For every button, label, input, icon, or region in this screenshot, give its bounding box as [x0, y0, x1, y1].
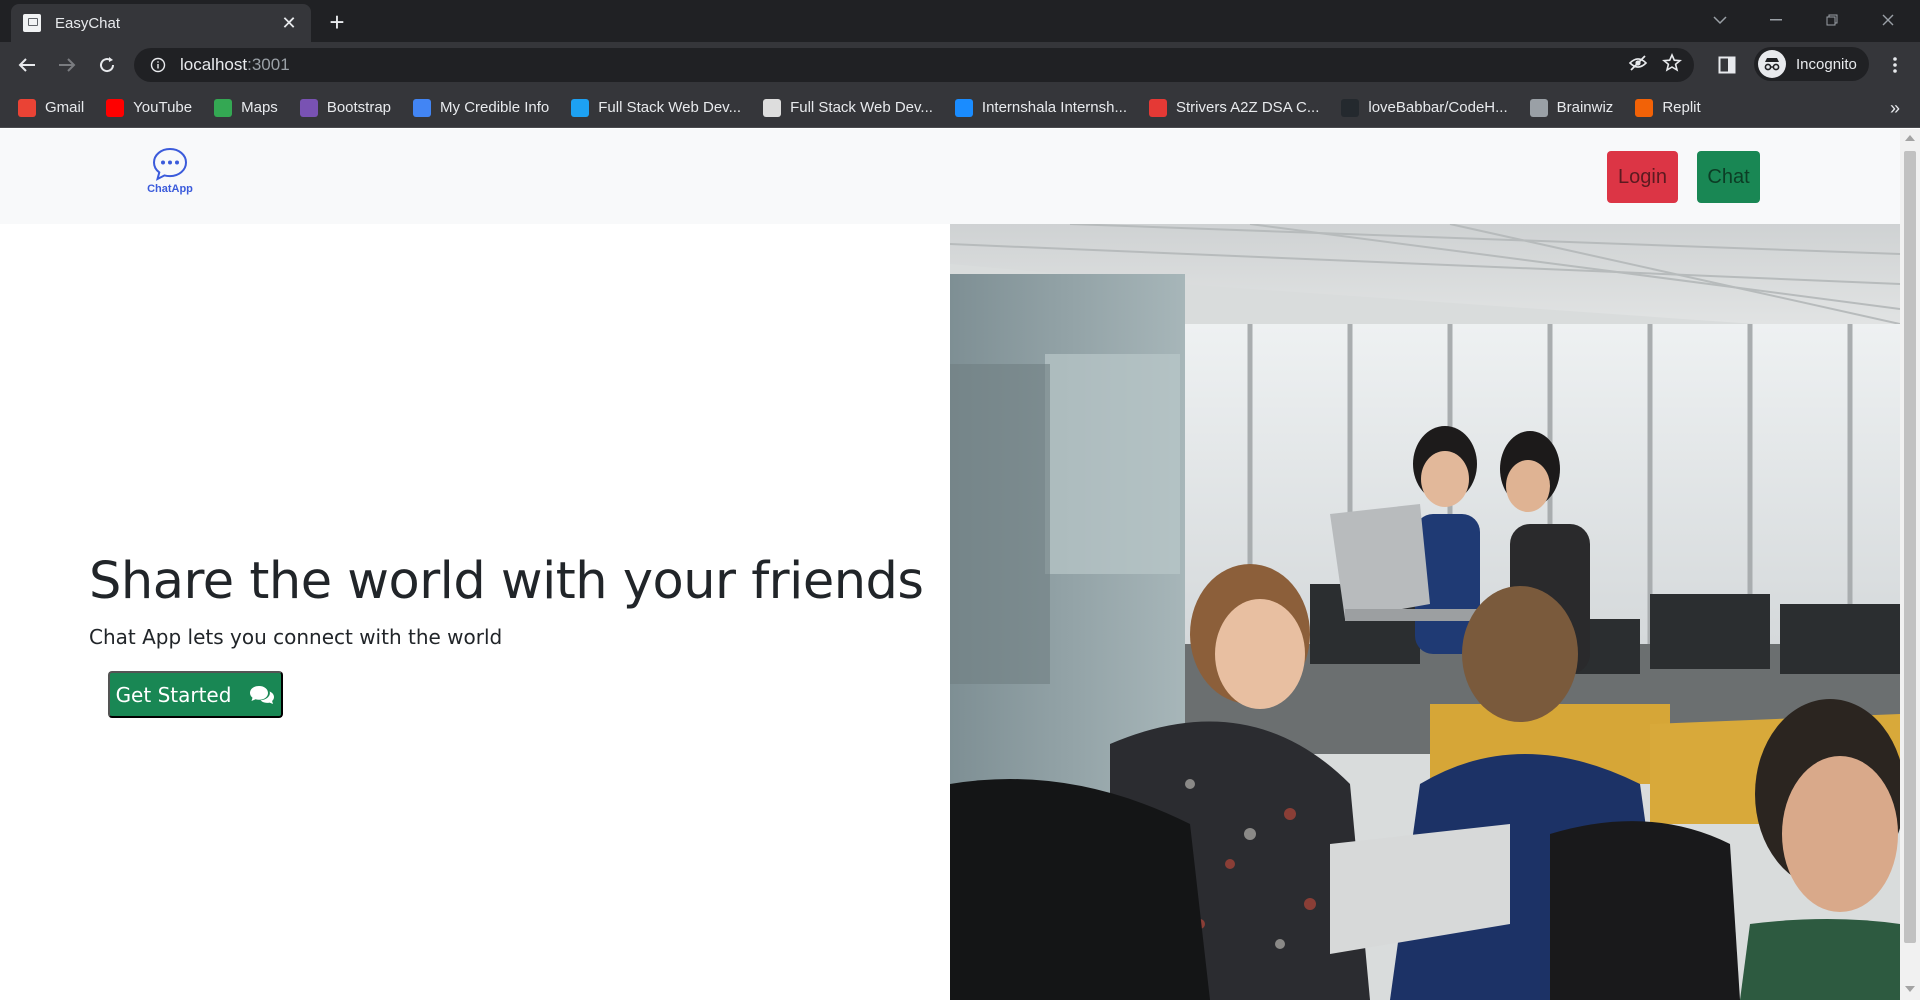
close-window-button[interactable] — [1860, 0, 1916, 40]
url-text[interactable]: localhost:3001 — [180, 55, 290, 75]
profile-label: Incognito — [1796, 55, 1857, 73]
eye-off-icon[interactable] — [1628, 54, 1648, 72]
bookmark-item[interactable]: YouTube — [106, 98, 193, 117]
tab-close-icon[interactable]: ✕ — [279, 13, 299, 34]
login-button[interactable]: Login — [1607, 151, 1678, 203]
bookmark-item[interactable]: Strivers A2Z DSA C... — [1149, 98, 1320, 117]
bookmark-label: Internshala Internsh... — [981, 99, 1127, 116]
hero-title: Share the world with your friends — [89, 552, 924, 611]
incognito-profile-button[interactable]: Incognito — [1754, 47, 1869, 81]
forward-button[interactable] — [52, 50, 82, 80]
side-panel-button[interactable] — [1712, 50, 1742, 80]
bookmark-label: Replit — [1662, 99, 1701, 116]
bookmark-label: YouTube — [133, 99, 193, 116]
github-icon — [1341, 98, 1360, 117]
replit-icon — [1635, 98, 1654, 117]
tab-search-icon[interactable] — [1692, 0, 1748, 40]
scroll-down-arrow-icon[interactable] — [1905, 986, 1915, 992]
gmail-icon — [18, 98, 36, 117]
get-started-button[interactable]: Get Started — [108, 671, 283, 718]
bookmark-item[interactable]: loveBabbar/CodeH... — [1341, 98, 1508, 117]
bookmark-label: My Credible Info — [440, 99, 550, 116]
page-viewport: ChatApp Login Chat Share the world with … — [0, 129, 1900, 1000]
scrollbar-thumb[interactable] — [1904, 151, 1916, 943]
url-host: localhost — [180, 55, 248, 74]
youtube-icon — [106, 98, 125, 117]
bookmark-item[interactable]: Internshala Internsh... — [954, 98, 1127, 117]
bookmark-item[interactable]: Gmail — [18, 98, 85, 117]
bookmark-label: Full Stack Web Dev... — [598, 99, 742, 116]
back-button[interactable] — [12, 50, 42, 80]
bookmark-item[interactable]: Maps — [214, 98, 278, 117]
address-bar[interactable]: localhost:3001 — [134, 48, 1694, 82]
bookmark-label: Full Stack Web Dev... — [790, 99, 933, 116]
incognito-icon — [1758, 50, 1786, 78]
site-info-icon[interactable] — [150, 57, 166, 73]
bookmark-label: loveBabbar/CodeH... — [1368, 99, 1508, 116]
bookmark-label: Bootstrap — [326, 99, 392, 116]
scroll-up-arrow-icon[interactable] — [1905, 135, 1915, 141]
reload-icon — [100, 57, 115, 73]
browser-toolbar: localhost:3001 Incognito — [0, 42, 1920, 88]
bookmark-label: Gmail — [45, 99, 85, 116]
hero-subtitle: Chat App lets you connect with the world — [89, 625, 503, 649]
bookmark-item[interactable]: My Credible Info — [413, 98, 550, 117]
get-started-label: Get Started — [115, 682, 232, 707]
forward-arrow-icon — [59, 58, 76, 72]
browser-menu-button[interactable] — [1880, 50, 1910, 80]
brand-logo[interactable]: ChatApp — [142, 147, 198, 195]
hero-office-photo — [950, 224, 1900, 1000]
chat-button[interactable]: Chat — [1697, 151, 1760, 203]
chat-bubble-icon — [152, 147, 188, 181]
kebab-menu-icon — [1893, 57, 1897, 73]
bookmark-label: Brainwiz — [1556, 99, 1614, 116]
active-tab[interactable]: EasyChat ✕ — [11, 4, 311, 42]
bookmarks-overflow-button[interactable]: » — [1890, 98, 1900, 119]
globe-icon — [1529, 98, 1548, 117]
bootstrap-icon — [299, 98, 318, 117]
bookmark-item[interactable]: Bootstrap — [299, 98, 392, 117]
bookmark-item[interactable]: Replit — [1635, 98, 1701, 117]
bookmark-label: Maps — [241, 99, 278, 116]
bookmark-label: Strivers A2Z DSA C... — [1176, 99, 1320, 116]
minimize-button[interactable] — [1748, 0, 1804, 40]
site-navbar: ChatApp Login Chat — [0, 129, 1900, 224]
reload-button[interactable] — [92, 50, 122, 80]
comments-icon — [250, 685, 275, 704]
page-favicon-icon — [23, 14, 41, 32]
side-panel-icon — [1718, 56, 1736, 74]
bookmark-item[interactable]: Brainwiz — [1529, 98, 1614, 117]
internshala-icon — [954, 98, 973, 117]
restore-button[interactable] — [1804, 0, 1860, 40]
bookmark-item[interactable]: Full Stack Web Dev... — [571, 98, 742, 117]
tab-title: EasyChat — [55, 14, 121, 32]
bookmark-item[interactable]: Full Stack Web Dev... — [763, 98, 933, 117]
webdev-icon — [571, 98, 590, 117]
tuf-icon — [1149, 98, 1167, 117]
back-arrow-icon — [18, 58, 35, 72]
bookmarks-bar: Gmail YouTube Maps Bootstrap My Credible Inf… — [0, 88, 1920, 128]
webdev2-icon — [763, 98, 782, 117]
new-tab-button[interactable]: + — [322, 8, 352, 38]
url-port: :3001 — [247, 55, 290, 74]
maps-icon — [214, 98, 233, 117]
tab-strip: EasyChat ✕ + — [0, 0, 1920, 42]
bookmark-star-icon[interactable] — [1662, 53, 1682, 73]
credible-icon — [413, 98, 432, 117]
page-scrollbar[interactable] — [1900, 129, 1920, 1000]
brand-label: ChatApp — [147, 183, 193, 195]
